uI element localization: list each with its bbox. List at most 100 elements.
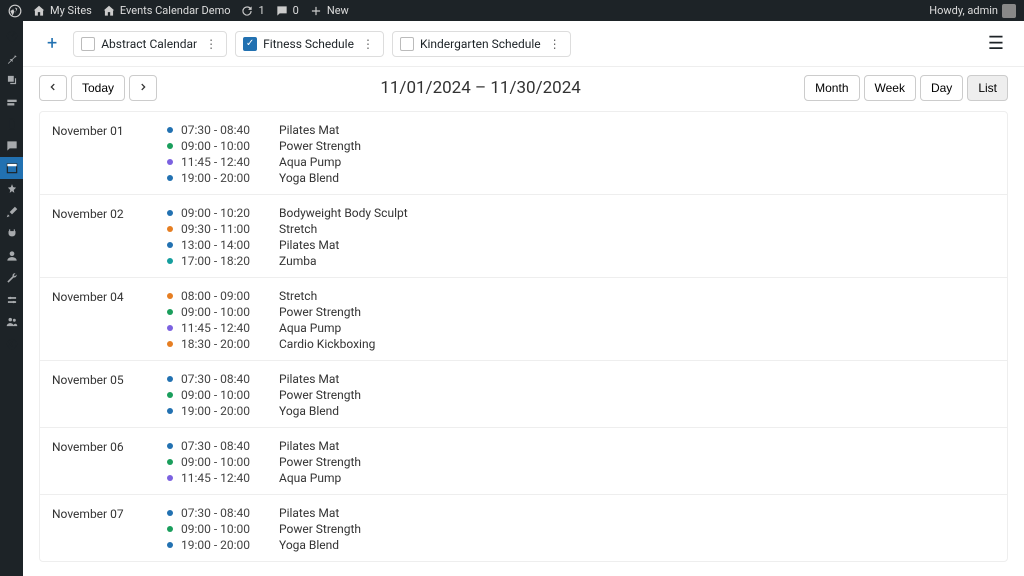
event-row[interactable]: 19:00 - 20:00Yoga Blend	[167, 170, 995, 186]
day-header: November 01	[52, 122, 167, 186]
sidebar-tools[interactable]	[0, 267, 23, 289]
calendar-tab[interactable]: Fitness Schedule ⋮	[235, 31, 384, 57]
sidebar-appearance[interactable]	[0, 201, 23, 223]
event-row[interactable]: 07:30 - 08:40Pilates Mat	[167, 122, 995, 138]
sidebar-settings[interactable]	[0, 289, 23, 311]
event-name: Pilates Mat	[279, 506, 339, 520]
event-row[interactable]: 09:00 - 10:00Power Strength	[167, 521, 995, 537]
sidebar-dashboard[interactable]	[0, 25, 23, 47]
wp-logo[interactable]	[8, 4, 22, 18]
calendar-tab-checkbox[interactable]	[81, 37, 95, 51]
sidebar-plugins[interactable]	[0, 223, 23, 245]
home-icon	[102, 4, 116, 18]
event-color-dot	[167, 309, 173, 315]
sidebar-links[interactable]	[0, 91, 23, 113]
event-row[interactable]: 11:45 - 12:40Aqua Pump	[167, 154, 995, 170]
event-time: 19:00 - 20:00	[181, 538, 271, 552]
event-time: 17:00 - 18:20	[181, 254, 271, 268]
event-color-dot	[167, 143, 173, 149]
site-name-label: Events Calendar Demo	[120, 4, 231, 17]
event-row[interactable]: 07:30 - 08:40Pilates Mat	[167, 371, 995, 387]
sidebar-comments[interactable]	[0, 135, 23, 157]
event-time: 18:30 - 20:00	[181, 337, 271, 351]
events-list: November 0107:30 - 08:40Pilates Mat09:00…	[39, 111, 1008, 562]
site-link[interactable]: Events Calendar Demo	[102, 4, 231, 18]
event-row[interactable]: 09:00 - 10:20Bodyweight Body Sculpt	[167, 205, 995, 221]
event-time: 19:00 - 20:00	[181, 404, 271, 418]
new-link[interactable]: New	[309, 4, 349, 18]
calendar-tab-label: Abstract Calendar	[101, 37, 197, 51]
event-name: Power Strength	[279, 388, 361, 402]
sidebar-pages[interactable]	[0, 113, 23, 135]
event-color-dot	[167, 341, 173, 347]
event-row[interactable]: 19:00 - 20:00Yoga Blend	[167, 537, 995, 553]
today-button[interactable]: Today	[71, 75, 125, 101]
main-content: + Abstract Calendar⋮Fitness Schedule⋮Kin…	[23, 21, 1024, 576]
view-month-button[interactable]: Month	[804, 75, 859, 101]
next-button[interactable]	[129, 75, 157, 101]
sidebar-item-2[interactable]	[0, 311, 23, 333]
my-sites-label: My Sites	[50, 4, 92, 17]
event-row[interactable]: 11:45 - 12:40Aqua Pump	[167, 320, 995, 336]
event-name: Zumba	[279, 254, 316, 268]
plus-icon	[309, 4, 323, 18]
add-calendar-button[interactable]: +	[39, 29, 65, 58]
day-group: November 0607:30 - 08:40Pilates Mat09:00…	[40, 428, 1007, 495]
wp-adminbar: My Sites Events Calendar Demo 1 0 New Ho…	[0, 0, 1024, 21]
sidebar-posts[interactable]	[0, 47, 23, 69]
wordpress-icon	[8, 4, 22, 18]
event-time: 09:00 - 10:00	[181, 305, 271, 319]
view-week-button[interactable]: Week	[864, 75, 916, 101]
calendar-tab-label: Fitness Schedule	[263, 37, 354, 51]
calendar-tab-more[interactable]: ⋮	[360, 37, 376, 51]
event-row[interactable]: 17:00 - 18:20 Zumba	[167, 253, 995, 269]
view-day-button[interactable]: Day	[920, 75, 963, 101]
event-row[interactable]: 18:30 - 20:00Cardio Kickboxing	[167, 336, 995, 352]
day-header: November 05	[52, 371, 167, 419]
sidebar-events-calendar[interactable]	[0, 157, 23, 179]
event-row[interactable]: 07:30 - 08:40 Pilates Mat	[167, 505, 995, 521]
event-time: 07:30 - 08:40	[181, 506, 271, 520]
event-row[interactable]: 09:00 - 10:00Power Strength	[167, 454, 995, 470]
my-sites-link[interactable]: My Sites	[32, 4, 92, 18]
calendar-tab-more[interactable]: ⋮	[547, 37, 563, 51]
event-name: Pilates Mat	[279, 238, 339, 252]
refresh-icon	[240, 4, 254, 18]
event-color-dot	[167, 408, 173, 414]
plugin-icon	[5, 227, 19, 241]
comment-icon	[5, 139, 19, 153]
event-row[interactable]: 09:00 - 10:00Power Strength	[167, 387, 995, 403]
sidebar-media[interactable]	[0, 69, 23, 91]
sidebar-users[interactable]	[0, 245, 23, 267]
view-list-button[interactable]: List	[967, 75, 1008, 101]
new-label: New	[327, 4, 349, 17]
event-row[interactable]: 11:45 - 12:40Aqua Pump	[167, 470, 995, 486]
event-row[interactable]: 09:30 - 11:00Stretch	[167, 221, 995, 237]
calendar-tab-more[interactable]: ⋮	[203, 37, 219, 51]
event-row[interactable]: 13:00 - 14:00Pilates Mat	[167, 237, 995, 253]
calendar-tab-checkbox[interactable]	[243, 37, 257, 51]
howdy-link[interactable]: Howdy, admin	[929, 4, 1016, 18]
event-color-dot	[167, 226, 173, 232]
prev-button[interactable]	[39, 75, 67, 101]
event-row[interactable]: 07:30 - 08:40Pilates Mat	[167, 438, 995, 454]
calendar-tab-checkbox[interactable]	[400, 37, 414, 51]
event-color-dot	[167, 392, 173, 398]
calendar-tab[interactable]: Abstract Calendar ⋮	[73, 31, 227, 57]
day-group: November 0408:00 - 09:00Stretch09:00 - 1…	[40, 278, 1007, 361]
comments-link[interactable]: 0	[275, 4, 299, 18]
sidebar-collapse[interactable]	[0, 333, 23, 355]
event-time: 11:45 - 12:40	[181, 321, 271, 335]
updates-link[interactable]: 1	[240, 4, 264, 18]
event-row[interactable]: 09:00 - 10:00Power Strength	[167, 138, 995, 154]
event-row[interactable]: 08:00 - 09:00Stretch	[167, 288, 995, 304]
calendar-tab[interactable]: Kindergarten Schedule⋮	[392, 31, 571, 57]
calendar-menu-button[interactable]: ☰	[984, 29, 1008, 58]
event-row[interactable]: 19:00 - 20:00Yoga Blend	[167, 403, 995, 419]
event-time: 08:00 - 09:00	[181, 289, 271, 303]
home-icon	[32, 4, 46, 18]
day-header: November 06	[52, 438, 167, 486]
sidebar-item-1[interactable]	[0, 179, 23, 201]
day-events: 07:30 - 08:40 Pilates Mat09:00 - 10:00Pow…	[167, 505, 995, 553]
event-row[interactable]: 09:00 - 10:00Power Strength	[167, 304, 995, 320]
